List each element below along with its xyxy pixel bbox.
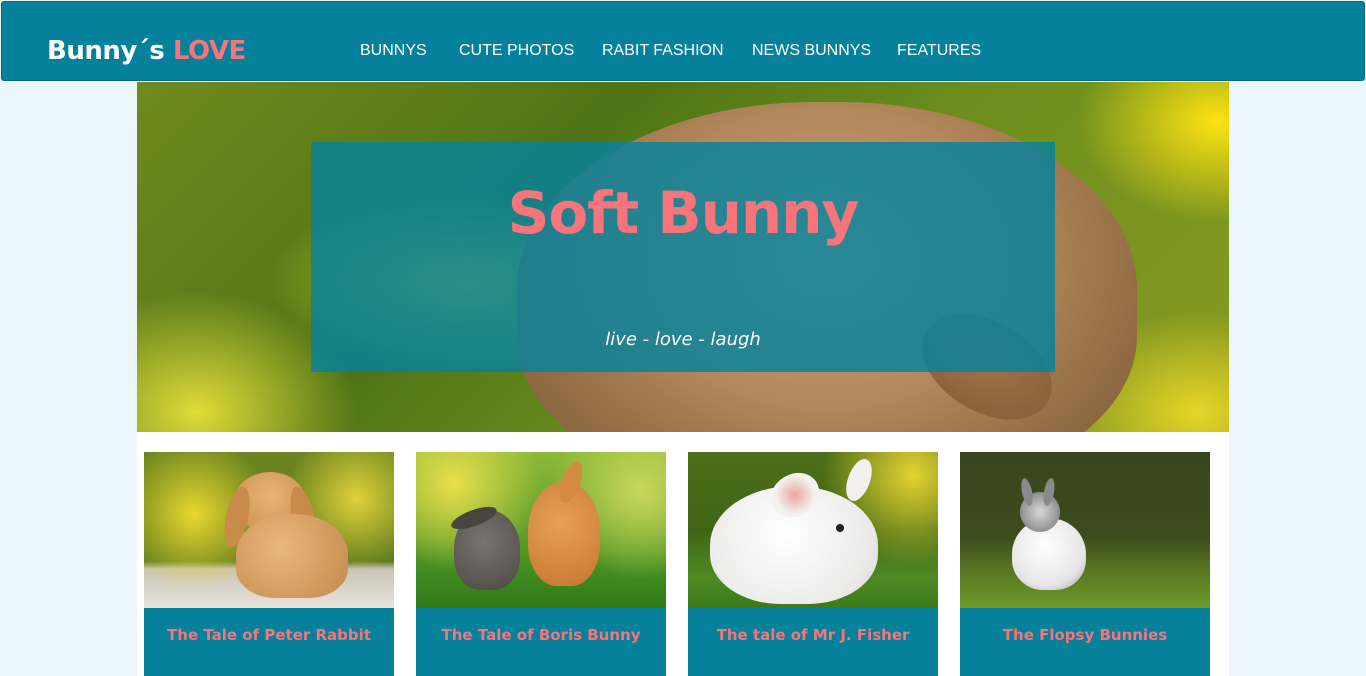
brand-name-part2: LOVE (172, 36, 246, 66)
card-footer: The Flopsy Bunnies (960, 608, 1210, 676)
card-title[interactable]: The Flopsy Bunnies (960, 625, 1210, 645)
card-footer: The Tale of Peter Rabbit (144, 608, 394, 676)
brand-logo[interactable]: Bunny´s LOVE (47, 34, 246, 68)
nav-item-news-bunnys[interactable]: NEWS BUNNYS (752, 40, 871, 62)
navbar: Bunny´s LOVE BUNNYS CUTE PHOTOS RABIT FA… (1, 1, 1365, 81)
hero-overlay: Soft Bunny live - love - laugh (311, 142, 1055, 372)
card-title[interactable]: The tale of Mr J. Fisher (688, 625, 938, 645)
nav-item-cute-photos[interactable]: CUTE PHOTOS (459, 40, 574, 62)
card-image-mr-fisher[interactable] (688, 452, 938, 608)
article-card-peter-rabbit[interactable]: The Tale of Peter Rabbit (144, 452, 394, 676)
card-image-boris-bunny[interactable] (416, 452, 666, 608)
article-card-flopsy-bunnies[interactable]: The Flopsy Bunnies (960, 452, 1210, 676)
hero-title: Soft Bunny (507, 179, 860, 247)
brand-name-part1: Bunny´s (47, 36, 165, 66)
article-card-mr-fisher[interactable]: The tale of Mr J. Fisher (688, 452, 938, 676)
card-footer: The tale of Mr J. Fisher (688, 608, 938, 676)
nav-item-features[interactable]: FEATURES (897, 40, 981, 62)
hero-subtitle: live - love - laugh (605, 329, 761, 350)
hero-banner: Soft Bunny live - love - laugh (137, 82, 1229, 432)
article-card-boris-bunny[interactable]: The Tale of Boris Bunny (416, 452, 666, 676)
card-image-flopsy-bunnies[interactable] (960, 452, 1210, 608)
card-image-peter-rabbit[interactable] (144, 452, 394, 608)
nav-item-bunnys[interactable]: BUNNYS (360, 40, 427, 62)
card-footer: The Tale of Boris Bunny (416, 608, 666, 676)
nav-item-rabit-fashion[interactable]: RABIT FASHION (602, 40, 724, 62)
card-title[interactable]: The Tale of Peter Rabbit (144, 625, 394, 645)
card-title[interactable]: The Tale of Boris Bunny (416, 625, 666, 645)
